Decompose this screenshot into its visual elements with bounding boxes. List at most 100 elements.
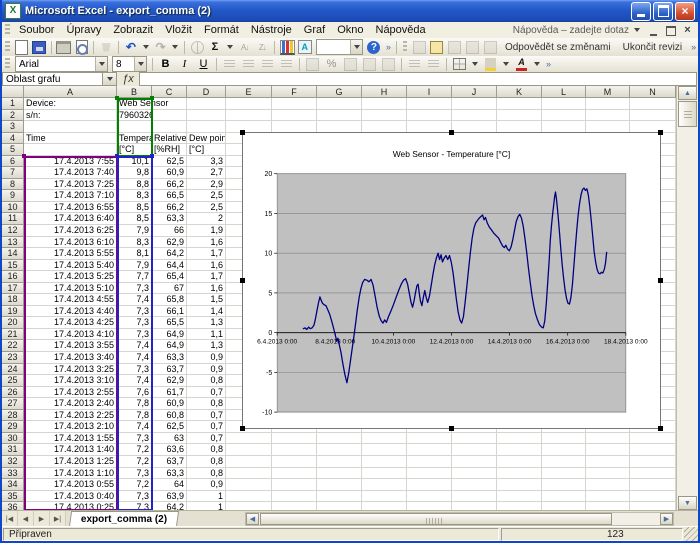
cell-L36[interactable] bbox=[542, 502, 586, 510]
cell-J31[interactable] bbox=[452, 444, 497, 456]
row-header-33[interactable]: 33 bbox=[2, 468, 24, 480]
cell-D6[interactable]: 3,3 bbox=[187, 156, 226, 168]
currency-button[interactable] bbox=[304, 57, 321, 72]
row-header-35[interactable]: 35 bbox=[2, 491, 24, 503]
chart-handle-top-center[interactable] bbox=[449, 130, 454, 135]
cell-D5[interactable]: [°C] bbox=[187, 144, 226, 156]
cell-A8[interactable]: 17.4.2013 7:25 bbox=[24, 179, 117, 191]
range-fill-handle[interactable] bbox=[22, 154, 26, 158]
cell-M3[interactable] bbox=[586, 121, 630, 133]
row-header-6[interactable]: 6 bbox=[2, 156, 24, 168]
merge-center-button[interactable] bbox=[278, 57, 295, 72]
cell-B26[interactable]: 7,6 bbox=[117, 387, 152, 399]
cell-I31[interactable] bbox=[407, 444, 452, 456]
toolbar-grip[interactable] bbox=[5, 58, 10, 70]
cell-A23[interactable]: 17.4.2013 3:40 bbox=[24, 352, 117, 364]
column-header-D[interactable]: D bbox=[187, 86, 226, 98]
cell-L3[interactable] bbox=[542, 121, 586, 133]
cell-D11[interactable]: 2 bbox=[187, 213, 226, 225]
row-header-36[interactable]: 36 bbox=[2, 502, 24, 510]
cell-C4[interactable]: Relative hu bbox=[152, 133, 187, 145]
cell-M1[interactable] bbox=[586, 98, 630, 110]
cell-B34[interactable]: 7,2 bbox=[117, 479, 152, 491]
review-icon-button[interactable] bbox=[465, 40, 481, 55]
cell-D19[interactable]: 1,4 bbox=[187, 306, 226, 318]
scroll-up-button[interactable]: ▲ bbox=[678, 86, 697, 100]
name-box[interactable]: Oblast grafu bbox=[2, 72, 103, 86]
cell-J3[interactable] bbox=[452, 121, 497, 133]
cell-C30[interactable]: 63 bbox=[152, 433, 187, 445]
toolbar-grip[interactable] bbox=[5, 41, 10, 53]
cell-A5[interactable] bbox=[24, 144, 117, 156]
cell-I36[interactable] bbox=[407, 502, 452, 510]
cell-D23[interactable]: 0,9 bbox=[187, 352, 226, 364]
cell-N35[interactable] bbox=[630, 491, 676, 503]
cell-D30[interactable]: 0,7 bbox=[187, 433, 226, 445]
cell-C22[interactable]: 64,9 bbox=[152, 340, 187, 352]
cell-A9[interactable]: 17.4.2013 7:10 bbox=[24, 190, 117, 202]
format-painter-button[interactable] bbox=[98, 40, 114, 55]
row-header-28[interactable]: 28 bbox=[2, 410, 24, 422]
cell-D13[interactable]: 1,6 bbox=[187, 237, 226, 249]
cell-L32[interactable] bbox=[542, 456, 586, 468]
cell-C17[interactable]: 67 bbox=[152, 283, 187, 295]
row-header-21[interactable]: 21 bbox=[2, 329, 24, 341]
cell-F33[interactable] bbox=[272, 468, 317, 480]
zoom-combo[interactable] bbox=[316, 39, 364, 55]
cell-E3[interactable] bbox=[226, 121, 272, 133]
cell-D21[interactable]: 1,1 bbox=[187, 329, 226, 341]
new-button[interactable] bbox=[14, 40, 30, 55]
review-icon-button[interactable] bbox=[447, 40, 463, 55]
chart-handle-top-right[interactable] bbox=[658, 130, 663, 135]
select-all-corner[interactable] bbox=[2, 86, 24, 98]
cell-I32[interactable] bbox=[407, 456, 452, 468]
font-size-combo[interactable]: 8 bbox=[112, 56, 147, 72]
toolbar-options-chevron[interactable]: » bbox=[689, 45, 698, 50]
cell-C36[interactable]: 64,2 bbox=[152, 502, 187, 510]
cell-B6[interactable]: 10,1 bbox=[117, 156, 152, 168]
cell-C15[interactable]: 64,4 bbox=[152, 260, 187, 272]
row-header-15[interactable]: 15 bbox=[2, 260, 24, 272]
horizontal-scrollbar[interactable]: ◀ ▶ bbox=[245, 512, 674, 526]
row-header-12[interactable]: 12 bbox=[2, 225, 24, 237]
cell-A31[interactable]: 17.4.2013 1:40 bbox=[24, 444, 117, 456]
print-preview-button[interactable] bbox=[74, 40, 90, 55]
cell-G1[interactable] bbox=[317, 98, 362, 110]
cell-A6[interactable]: 17.4.2013 7:55 bbox=[24, 156, 117, 168]
cell-L33[interactable] bbox=[542, 468, 586, 480]
last-sheet-button[interactable]: ▶| bbox=[50, 511, 66, 527]
workbook-minimize-button[interactable] bbox=[647, 24, 660, 36]
row-header-3[interactable]: 3 bbox=[2, 121, 24, 133]
column-header-N[interactable]: N bbox=[630, 86, 676, 98]
cell-A36[interactable]: 17.4.2013 0:25 bbox=[24, 502, 117, 510]
menu-okno[interactable]: Okno bbox=[331, 23, 369, 37]
cell-A14[interactable]: 17.4.2013 5:55 bbox=[24, 248, 117, 260]
cell-K32[interactable] bbox=[497, 456, 542, 468]
cell-J1[interactable] bbox=[452, 98, 497, 110]
cell-F35[interactable] bbox=[272, 491, 317, 503]
size-dropdown[interactable] bbox=[134, 57, 146, 71]
cell-C20[interactable]: 65,5 bbox=[152, 317, 187, 329]
cell-M35[interactable] bbox=[586, 491, 630, 503]
percent-button[interactable]: % bbox=[323, 57, 340, 72]
cell-D14[interactable]: 1,7 bbox=[187, 248, 226, 260]
cell-F32[interactable] bbox=[272, 456, 317, 468]
hyperlink-button[interactable] bbox=[189, 40, 205, 55]
cell-G33[interactable] bbox=[317, 468, 362, 480]
cell-M32[interactable] bbox=[586, 456, 630, 468]
cell-B8[interactable]: 8,8 bbox=[117, 179, 152, 191]
row-header-23[interactable]: 23 bbox=[2, 352, 24, 364]
cell-E32[interactable] bbox=[226, 456, 272, 468]
cell-A11[interactable]: 17.4.2013 6:40 bbox=[24, 213, 117, 225]
borders-dropdown-icon[interactable] bbox=[472, 62, 478, 66]
toolbar-grip[interactable] bbox=[5, 24, 10, 36]
cell-A21[interactable]: 17.4.2013 4:10 bbox=[24, 329, 117, 341]
row-header-30[interactable]: 30 bbox=[2, 433, 24, 445]
cell-K33[interactable] bbox=[497, 468, 542, 480]
cell-N34[interactable] bbox=[630, 479, 676, 491]
cell-J34[interactable] bbox=[452, 479, 497, 491]
cell-B1[interactable]: Web Sensor bbox=[117, 98, 152, 110]
row-header-19[interactable]: 19 bbox=[2, 306, 24, 318]
row-header-14[interactable]: 14 bbox=[2, 248, 24, 260]
help-query-box[interactable]: Nápověda – zadejte dotaz bbox=[513, 25, 631, 36]
